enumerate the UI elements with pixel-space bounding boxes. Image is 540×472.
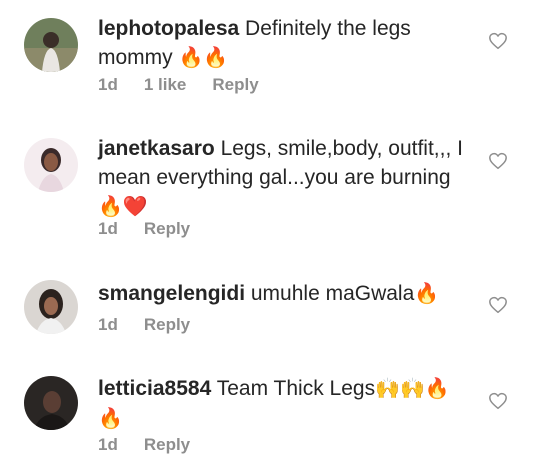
avatar[interactable] [24, 376, 78, 430]
comment-timestamp: 1d [98, 435, 118, 454]
avatar[interactable] [24, 280, 78, 334]
comment-username[interactable]: letticia8584 [98, 377, 211, 400]
comment-username[interactable]: smangelengidi [98, 282, 245, 305]
heart-outline-icon[interactable] [488, 392, 508, 410]
fire-emoji: 🔥🔥 [178, 47, 229, 69]
fire-emoji: 🔥 [414, 283, 440, 305]
reply-button[interactable]: Reply [144, 435, 190, 455]
comment-like-count[interactable]: 1 like [144, 75, 187, 95]
comment-username[interactable]: lephotopalesa [98, 17, 239, 40]
comment-timestamp: 1d [98, 219, 118, 238]
reply-button[interactable]: Reply [212, 75, 258, 95]
comment-timestamp: 1d [98, 75, 118, 94]
reply-button[interactable]: Reply [144, 315, 190, 335]
comment-timestamp: 1d [98, 315, 118, 334]
comment-text: Team Thick Legs [216, 377, 376, 400]
heart-outline-icon[interactable] [488, 32, 508, 50]
comment-text: umuhle maGwala [250, 282, 415, 305]
avatar[interactable] [24, 18, 78, 72]
comment-username[interactable]: janetkasaro [98, 137, 215, 160]
heart-outline-icon[interactable] [488, 152, 508, 170]
fire-heart-emoji: 🔥❤️ [98, 196, 148, 218]
heart-outline-icon[interactable] [488, 296, 508, 314]
avatar[interactable] [24, 138, 78, 192]
reply-button[interactable]: Reply [144, 219, 190, 239]
